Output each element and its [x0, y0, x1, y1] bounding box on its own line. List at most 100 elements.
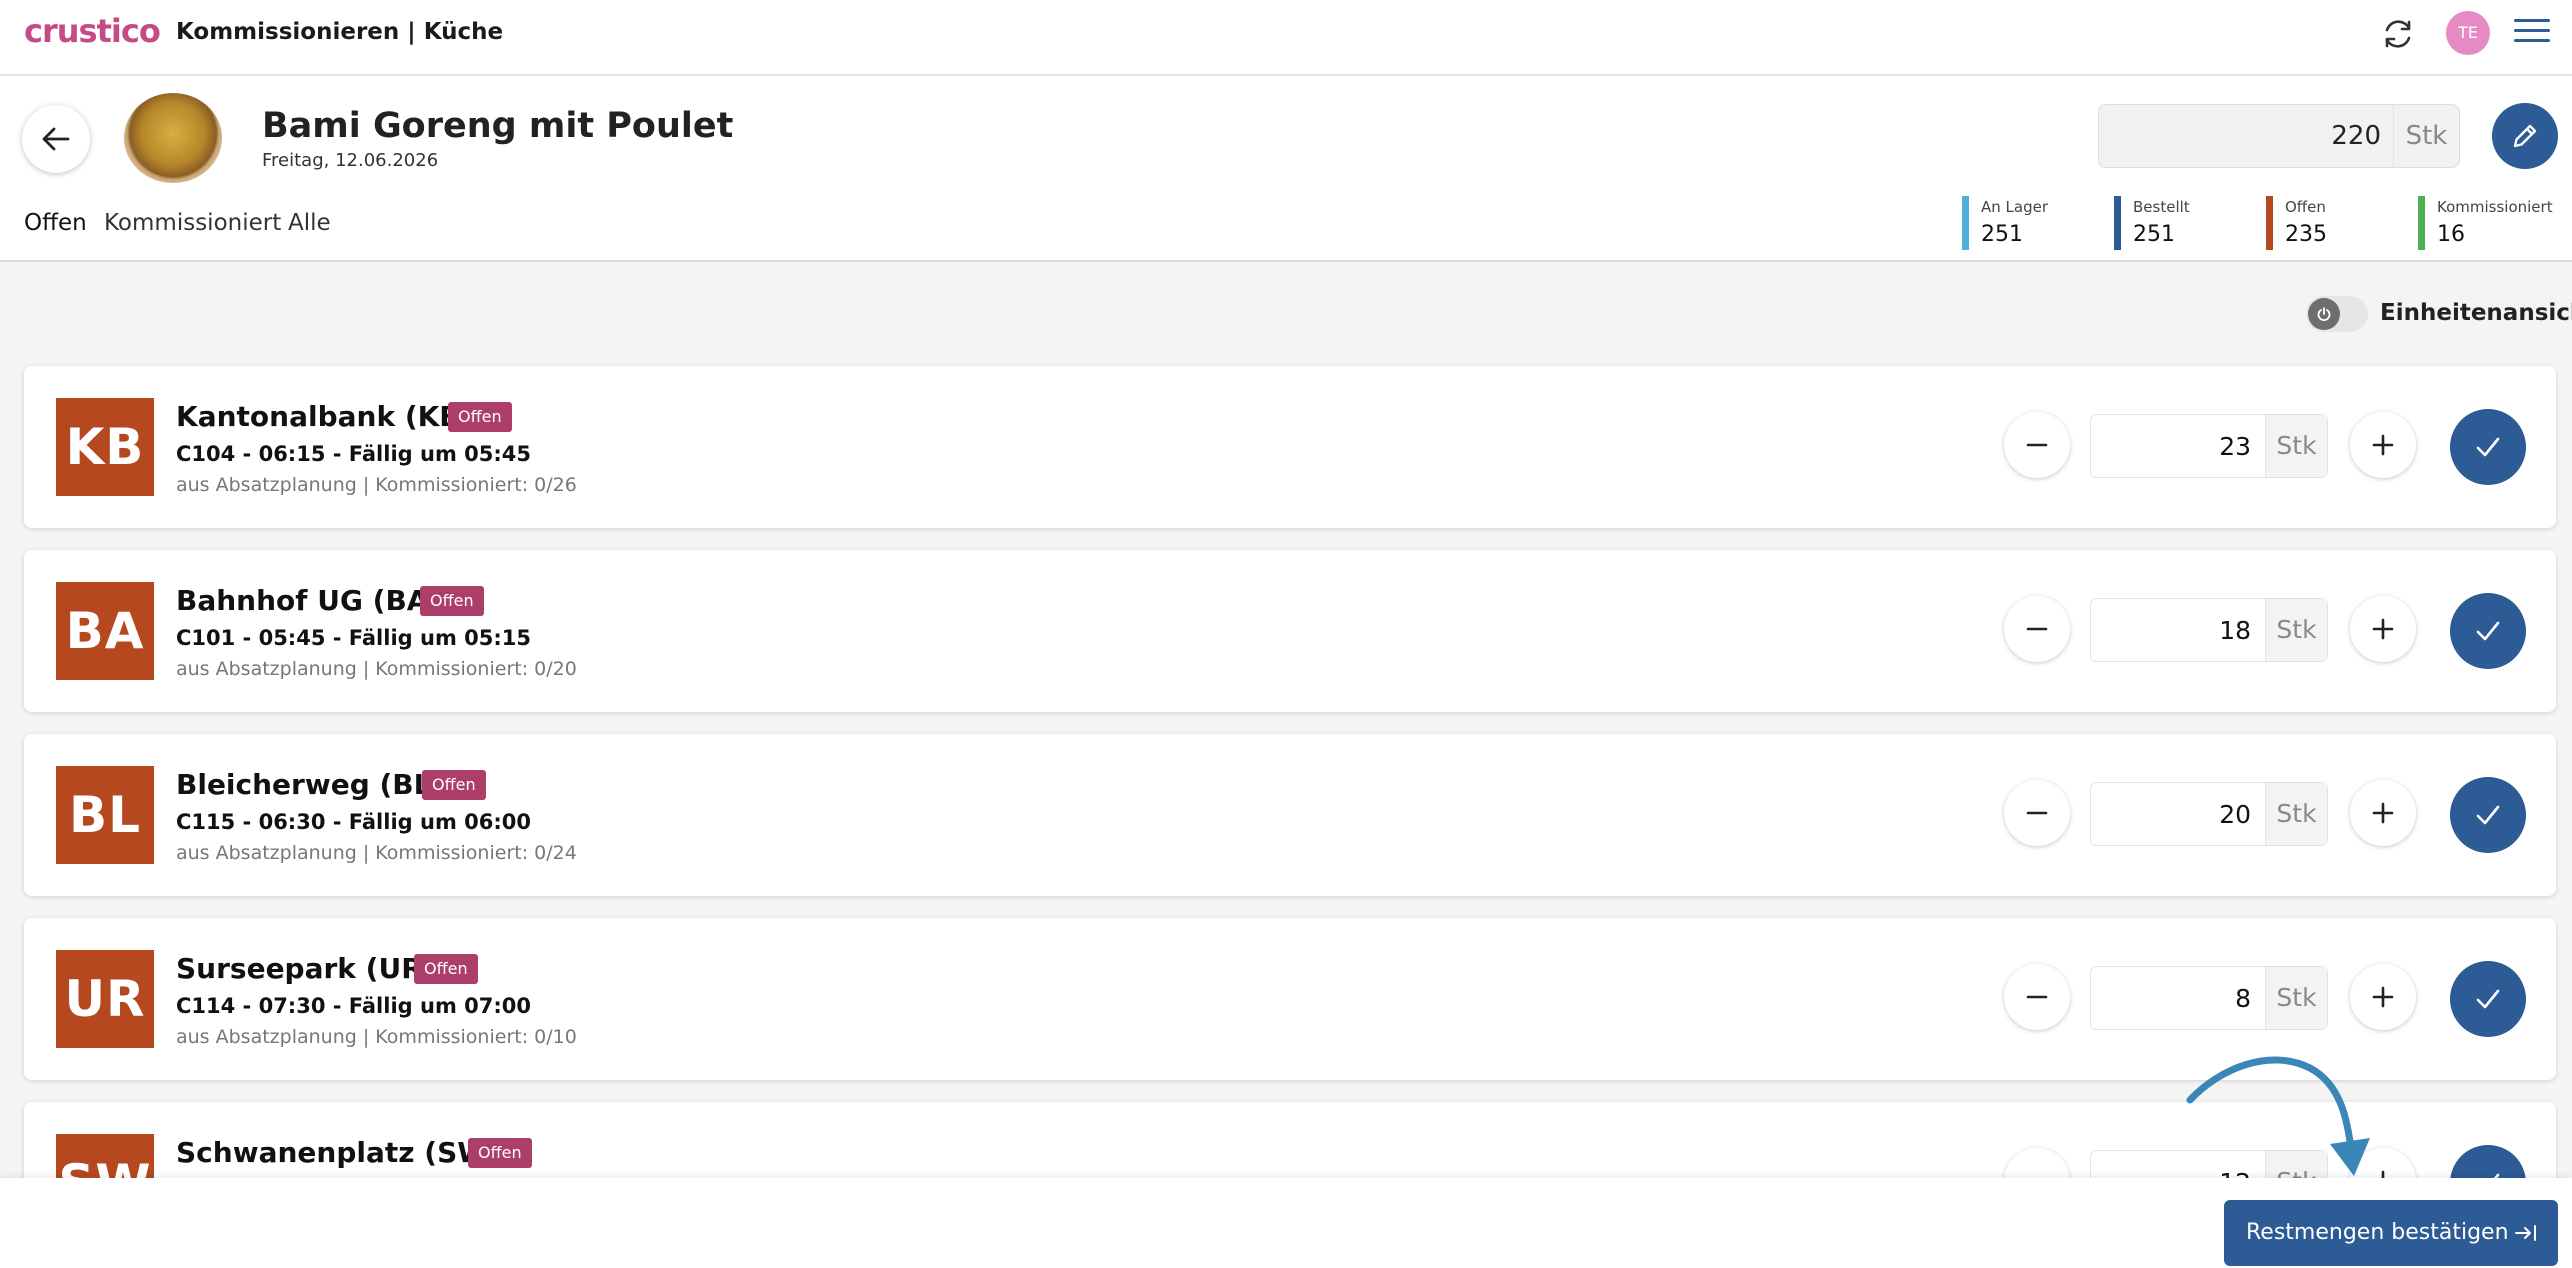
confirm-order-button[interactable]: [2450, 409, 2526, 485]
location-name: Kantonalbank (KB): [176, 400, 474, 433]
status-badge: Offen: [422, 770, 486, 800]
plus-icon: [2372, 618, 2394, 640]
stat-value: 251: [2133, 222, 2175, 247]
units-view-label: Einheitenansicht: [2380, 300, 2572, 326]
quantity-input[interactable]: 8 Stk: [2090, 966, 2328, 1030]
check-icon: [2476, 621, 2500, 641]
app-title: Kommissionieren | Küche: [176, 19, 504, 45]
quantity-value: 23: [2219, 432, 2251, 461]
order-card: UR Surseepark (UR) Offen C114 - 07:30 - …: [24, 918, 2556, 1080]
increase-button[interactable]: [2350, 596, 2416, 662]
total-quantity-field[interactable]: 220 Stk: [2098, 104, 2460, 168]
tab-kommissioniert[interactable]: Kommissioniert: [104, 210, 281, 236]
location-code: BA: [56, 582, 154, 680]
confirm-remaining-button[interactable]: Restmengen bestätigen: [2224, 1200, 2558, 1266]
total-quantity-value: 220: [2331, 121, 2381, 151]
confirm-order-button[interactable]: [2450, 961, 2526, 1037]
stat-bestellt: Bestellt 251: [2114, 196, 2190, 250]
increase-button[interactable]: [2350, 412, 2416, 478]
increase-button[interactable]: [2350, 964, 2416, 1030]
quantity-input[interactable]: 23 Stk: [2090, 414, 2328, 478]
stat-offen: Offen 235: [2266, 196, 2327, 250]
plus-icon: [2372, 802, 2394, 824]
user-avatar[interactable]: TE: [2446, 11, 2490, 55]
hamburger-menu-icon[interactable]: [2514, 15, 2550, 51]
quantity-unit: Stk: [2265, 967, 2327, 1029]
stat-label: An Lager: [1981, 198, 2049, 216]
quantity-value: 18: [2219, 616, 2251, 645]
location-code: BL: [56, 766, 154, 864]
order-slot: C101 - 05:45 - Fällig um 05:15: [176, 626, 531, 650]
confirm-remaining-label: Restmengen bestätigen: [2246, 1220, 2509, 1245]
location-code: UR: [56, 950, 154, 1048]
quantity-input[interactable]: 20 Stk: [2090, 782, 2328, 846]
stat-value: 235: [2285, 222, 2327, 247]
quantity-value: 20: [2219, 800, 2251, 829]
decrease-button[interactable]: [2004, 412, 2070, 478]
quantity-unit: Stk: [2265, 599, 2327, 661]
confirm-order-button[interactable]: [2450, 593, 2526, 669]
confirm-order-button[interactable]: [2450, 777, 2526, 853]
order-subinfo: aus Absatzplanung | Kommissioniert: 0/24: [176, 842, 577, 864]
arrow-right-to-line-icon: [2515, 1225, 2536, 1241]
stat-label: Offen: [2285, 198, 2326, 216]
arrow-left-icon: [42, 127, 70, 151]
dish-title: Bami Goreng mit Poulet: [262, 106, 734, 146]
status-badge: Offen: [468, 1138, 532, 1168]
total-quantity-unit: Stk: [2393, 105, 2459, 167]
tab-offen[interactable]: Offen: [24, 210, 87, 236]
stat-an-lager: An Lager 251: [1962, 196, 2048, 250]
top-bar: crustico Kommissionieren | Küche TE: [0, 0, 2572, 76]
decrease-button[interactable]: [2004, 964, 2070, 1030]
order-slot: C115 - 06:30 - Fällig um 06:00: [176, 810, 531, 834]
stat-value: 251: [1981, 222, 2023, 247]
order-card: BA Bahnhof UG (BA) Offen C101 - 05:45 - …: [24, 550, 2556, 712]
minus-icon: [2026, 811, 2048, 815]
plus-icon: [2372, 434, 2394, 456]
check-icon: [2476, 989, 2500, 1009]
order-card: KB Kantonalbank (KB) Offen C104 - 06:15 …: [24, 366, 2556, 528]
quantity-unit: Stk: [2265, 783, 2327, 845]
status-badge: Offen: [420, 586, 484, 616]
refresh-icon[interactable]: [2378, 14, 2418, 54]
annotation-arrow-icon: [2186, 1056, 2370, 1176]
pencil-icon: [2513, 124, 2537, 148]
order-slot: C114 - 07:30 - Fällig um 07:00: [176, 994, 531, 1018]
order-slot: C104 - 06:15 - Fällig um 05:45: [176, 442, 531, 466]
order-subinfo: aus Absatzplanung | Kommissioniert: 0/26: [176, 474, 577, 496]
stat-value: 16: [2437, 222, 2465, 247]
location-name: Bahnhof UG (BA): [176, 584, 442, 617]
decrease-button[interactable]: [2004, 780, 2070, 846]
decrease-button[interactable]: [2004, 596, 2070, 662]
app-logo[interactable]: crustico: [24, 12, 161, 50]
back-button[interactable]: [22, 105, 90, 173]
quantity-value: 8: [2235, 984, 2251, 1013]
quantity-unit: Stk: [2265, 415, 2327, 477]
stat-label: Kommissioniert: [2437, 198, 2553, 216]
check-icon: [2476, 437, 2500, 457]
dish-date: Freitag, 12.06.2026: [262, 150, 439, 171]
status-badge: Offen: [448, 402, 512, 432]
dish-header: Bami Goreng mit Poulet Freitag, 12.06.20…: [0, 76, 2572, 262]
location-name: Schwanenplatz (SW): [176, 1136, 501, 1169]
order-card: BL Bleicherweg (BL) Offen C115 - 06:30 -…: [24, 734, 2556, 896]
location-code: KB: [56, 398, 154, 496]
order-subinfo: aus Absatzplanung | Kommissioniert: 0/10: [176, 1026, 577, 1048]
minus-icon: [2026, 995, 2048, 999]
check-icon: [2476, 805, 2500, 825]
dish-image: [124, 93, 222, 183]
toggle-knob: [2308, 298, 2340, 330]
increase-button[interactable]: [2350, 780, 2416, 846]
units-view-toggle[interactable]: [2306, 296, 2368, 332]
quantity-input[interactable]: 18 Stk: [2090, 598, 2328, 662]
location-name: Bleicherweg (BL): [176, 768, 445, 801]
plus-icon: [2372, 986, 2394, 1008]
status-badge: Offen: [414, 954, 478, 984]
order-subinfo: aus Absatzplanung | Kommissioniert: 0/20: [176, 658, 577, 680]
location-name: Surseepark (UR): [176, 952, 436, 985]
stat-kommissioniert: Kommissioniert 16: [2418, 196, 2553, 250]
tab-alle[interactable]: Alle: [288, 210, 331, 236]
minus-icon: [2026, 443, 2048, 447]
edit-button[interactable]: [2492, 103, 2558, 169]
stat-label: Bestellt: [2133, 198, 2190, 216]
